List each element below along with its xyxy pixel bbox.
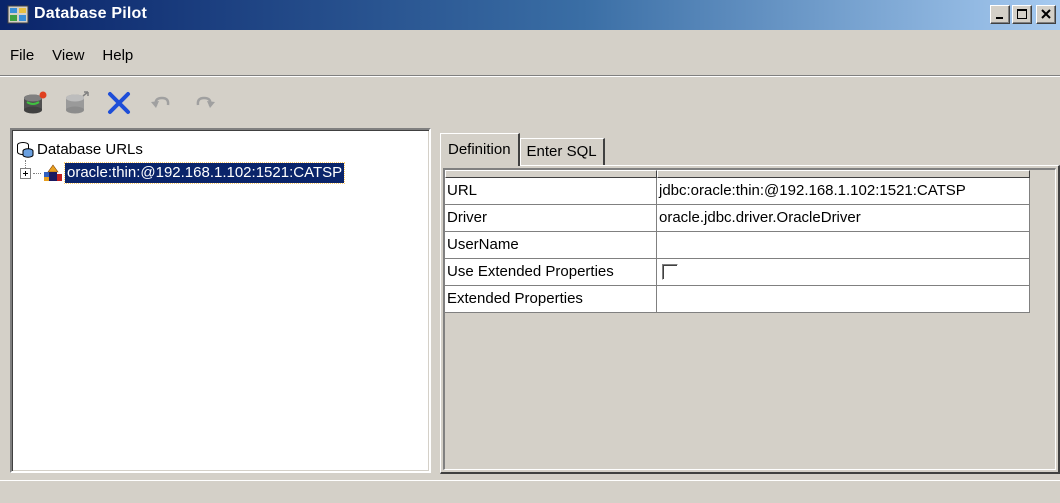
- tab-strip: Definition Enter SQL: [440, 133, 605, 166]
- expand-icon[interactable]: [20, 167, 31, 179]
- title-bar[interactable]: Database Pilot: [0, 0, 1060, 30]
- table-row[interactable]: URL jdbc:oracle:thin:@192.168.1.102:1521…: [445, 178, 1056, 205]
- property-name: URL: [445, 178, 657, 205]
- delete-button[interactable]: [104, 89, 134, 115]
- property-name: UserName: [445, 232, 657, 259]
- menu-bar: File View Help: [0, 44, 142, 68]
- maximize-icon: [1017, 9, 1027, 19]
- tab-enter-sql[interactable]: Enter SQL: [519, 138, 605, 166]
- tree-root-label: Database URLs: [37, 140, 143, 158]
- status-bar: [0, 480, 1060, 503]
- tree-item-connection[interactable]: oracle:thin:@192.168.1.102:1521:CATSP: [20, 162, 346, 184]
- table-header: [445, 170, 1056, 178]
- tree-item-label[interactable]: oracle:thin:@192.168.1.102:1521:CATSP: [63, 162, 346, 184]
- close-button[interactable]: [1036, 5, 1056, 24]
- property-name: Use Extended Properties: [445, 259, 657, 286]
- database-urls-icon: [17, 142, 34, 158]
- connection-icon: [44, 164, 62, 181]
- property-value: [657, 259, 1030, 286]
- menu-help[interactable]: Help: [93, 44, 142, 68]
- minimize-button[interactable]: [990, 5, 1010, 24]
- undo-icon: [151, 96, 170, 108]
- menu-view[interactable]: View: [43, 44, 93, 68]
- toolbar: [20, 88, 218, 116]
- disconnect-icon: [66, 91, 89, 114]
- maximize-button[interactable]: [1012, 5, 1032, 24]
- disconnect-button[interactable]: [62, 89, 92, 115]
- app-database-icon: [7, 5, 29, 25]
- tree-connector: [33, 172, 41, 174]
- table-row[interactable]: Driver oracle.jdbc.driver.OracleDriver: [445, 205, 1056, 232]
- table-row[interactable]: UserName: [445, 232, 1056, 259]
- use-extended-properties-checkbox[interactable]: [662, 264, 678, 280]
- tab-content: URL jdbc:oracle:thin:@192.168.1.102:1521…: [440, 165, 1060, 474]
- detail-panel: Definition Enter SQL URL jdbc:oracle:thi…: [436, 128, 1060, 474]
- undo-button[interactable]: [146, 89, 176, 115]
- tree-root[interactable]: Database URLs: [16, 140, 143, 158]
- delete-icon: [108, 92, 130, 114]
- property-name: Extended Properties: [445, 286, 657, 313]
- property-value[interactable]: oracle.jdbc.driver.OracleDriver: [657, 205, 1030, 232]
- column-header-value[interactable]: [657, 170, 1030, 178]
- property-value[interactable]: [657, 232, 1030, 259]
- property-name: Driver: [445, 205, 657, 232]
- redo-button[interactable]: [188, 89, 218, 115]
- database-tree[interactable]: Database URLs oracle:thin:@192.168.1.102…: [10, 128, 431, 473]
- new-connection-icon: [24, 91, 47, 114]
- redo-icon: [196, 96, 215, 108]
- menu-file[interactable]: File: [0, 44, 43, 68]
- close-icon: [1041, 9, 1051, 19]
- table-row[interactable]: Use Extended Properties: [445, 259, 1056, 286]
- property-value[interactable]: jdbc:oracle:thin:@192.168.1.102:1521:CAT…: [657, 178, 1030, 205]
- property-value[interactable]: [657, 286, 1030, 313]
- minimize-icon: [996, 17, 1003, 19]
- table-row[interactable]: Extended Properties: [445, 286, 1056, 313]
- new-connection-button[interactable]: [20, 89, 50, 115]
- properties-table: URL jdbc:oracle:thin:@192.168.1.102:1521…: [443, 168, 1056, 470]
- menu-separator: [0, 75, 1060, 77]
- tab-definition[interactable]: Definition: [440, 133, 520, 166]
- column-header-name[interactable]: [445, 170, 657, 178]
- window-title: Database Pilot: [34, 5, 148, 22]
